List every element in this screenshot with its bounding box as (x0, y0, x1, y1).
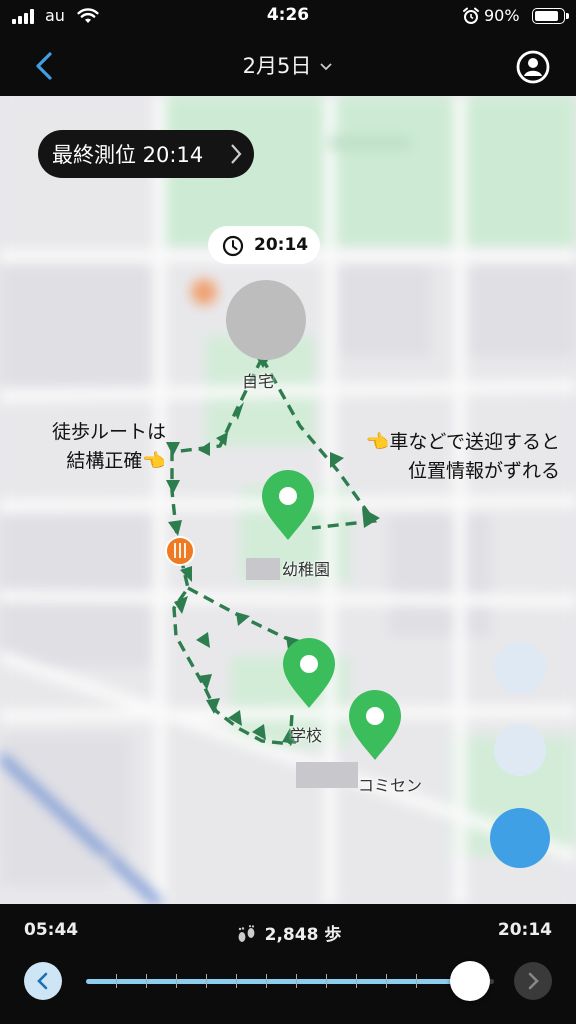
date-selector[interactable]: 2月5日 (0, 50, 576, 80)
last-position-label: 最終測位 20:14 (52, 143, 204, 167)
battery-percent: 90% (484, 6, 520, 25)
slider-tick (236, 974, 237, 988)
clock-icon (222, 235, 244, 257)
location-pin-icon (283, 638, 335, 708)
map-locate-button[interactable] (494, 724, 546, 776)
route-arrow-icon (236, 612, 250, 626)
place-label-school: 学校 (290, 726, 323, 745)
slider-tick (146, 974, 147, 988)
route-arrow-icon (166, 480, 180, 494)
previous-button[interactable] (24, 962, 62, 1000)
place-label-home: 自宅 (242, 372, 275, 391)
annotation-line: 徒歩ルートは (51, 421, 166, 443)
annotation-line: 結構正確👈 (66, 450, 166, 473)
avatar[interactable] (226, 280, 306, 360)
footprints-icon (238, 925, 255, 942)
slider-tick (296, 974, 297, 988)
date-title: 2月5日 (242, 54, 312, 78)
annotation-line: 位置情報がずれる (407, 460, 560, 483)
annotation-vehicle-route: 👈車などで送迎すると 位置情報がずれる (330, 428, 560, 487)
step-count-text: 2,848 歩 (264, 925, 342, 945)
place-label-kindergarten: 幼稚園 (282, 560, 331, 579)
slider-tick (176, 974, 177, 988)
route-layer (165, 354, 401, 788)
timeline-panel: 05:44 2,848 歩 20:14 (0, 904, 576, 1024)
slider-tick (206, 974, 207, 988)
alarm-icon (463, 7, 479, 24)
slider-tick (116, 974, 117, 988)
slider-tick (386, 974, 387, 988)
chevron-right-icon (231, 144, 242, 164)
last-position-button[interactable]: 最終測位 20:14 (38, 130, 254, 178)
nav-bar: 2月5日 (0, 34, 576, 96)
map-view[interactable]: 最終測位 20:14 20:14 自宅 幼稚園 学校 コミセン 徒歩ルートは 結… (0, 96, 576, 904)
next-button[interactable] (514, 962, 552, 1000)
place-label-community-center: コミセン (358, 776, 423, 795)
chevron-right-icon (528, 972, 539, 990)
route-arrow-icon (166, 442, 180, 456)
slider-tick (416, 974, 417, 988)
step-count: 2,848 歩 (0, 920, 576, 945)
battery-level (535, 11, 559, 21)
chevron-down-icon (320, 63, 332, 71)
current-time-label: 20:14 (208, 226, 320, 264)
slider-thumb[interactable] (450, 961, 490, 1001)
user-profile-icon[interactable] (514, 48, 552, 86)
map-action-button[interactable] (490, 808, 550, 868)
route-arrow-icon (168, 520, 182, 536)
route-arrow-icon (234, 402, 244, 420)
slider-fill (86, 979, 470, 984)
slider-tick (266, 974, 267, 988)
current-time-text: 20:14 (254, 235, 309, 255)
route-arrow-icon (362, 508, 380, 528)
battery-icon (532, 8, 569, 24)
slider-tick (326, 974, 327, 988)
slider-tick (356, 974, 357, 988)
location-pin-icon (349, 690, 401, 760)
annotation-line: 👈車などで送迎すると (365, 431, 560, 453)
map-layer-button[interactable] (494, 642, 546, 694)
route-arrow-icon (196, 632, 210, 648)
annotation-walking-route: 徒歩ルートは 結構正確👈 (16, 418, 166, 477)
timeline-slider[interactable] (86, 958, 494, 1004)
status-bar: au 4:26 90% (0, 0, 576, 34)
location-pin-icon (262, 470, 314, 540)
end-time: 20:14 (497, 920, 552, 940)
chevron-left-icon (37, 972, 48, 990)
route-arrow-icon (198, 442, 210, 456)
